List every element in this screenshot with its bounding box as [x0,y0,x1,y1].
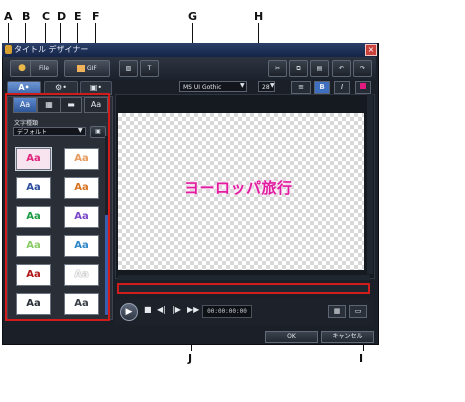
undo-icon: ↶ [338,65,345,72]
ok-button[interactable]: OK [265,331,318,343]
redo-icon: ↷ [359,65,366,72]
callout-c: C [42,10,51,23]
timecode-display: 00:00:00:00 [202,305,252,318]
app-icon [5,45,12,54]
file-button[interactable]: File [30,60,58,77]
callout-d: D [57,10,67,23]
safe-zone-button[interactable]: ▦ [328,305,346,318]
close-button[interactable]: × [365,44,377,56]
callout-a: A [4,10,13,23]
chevron-down-icon: ▼ [240,82,245,89]
cancel-button[interactable]: キャンセル [321,331,374,343]
prev-frame-button[interactable]: ◀| [157,305,166,314]
gif-button[interactable]: GIF [64,60,110,77]
callout-b: B [22,10,31,23]
font-name-select[interactable]: MS UI Gothic [179,81,247,92]
redo-button[interactable]: ↷ [353,60,372,77]
callout-f: F [92,10,100,23]
user-icon: ● [18,63,26,73]
align-button[interactable]: ≡ [291,81,311,94]
callout-j: J [188,352,193,365]
scissors-icon: ✂ [274,65,281,72]
callout-e: E [74,10,82,23]
window-title: タイトル デザイナー [14,45,89,54]
stage-vertical-scrollbar[interactable] [367,94,373,274]
cut-button[interactable]: ✂ [268,60,287,77]
stage-horizontal-scrollbar[interactable] [118,275,370,280]
callout-h: H [254,10,264,23]
copy-button[interactable]: ⧉ [289,60,308,77]
fullscreen-button[interactable]: ▭ [349,305,367,318]
next-frame-button[interactable]: |▶ [172,305,181,314]
chevron-down-icon: ▼ [270,82,275,89]
color-swatch-icon [360,83,366,89]
callout-g: G [188,10,198,23]
callout-i: I [359,352,364,365]
highlight-timeline [117,283,370,294]
title-text-on-canvas[interactable]: ヨーロッパ旅行 [184,177,293,198]
fast-forward-button[interactable]: ▶▶ [187,305,199,314]
color-button[interactable] [355,81,371,94]
gif-button-label: GIF [87,65,97,72]
highlight-left-panel [5,93,110,321]
bold-button[interactable]: B [314,81,330,94]
insert-text-button[interactable]: T [140,60,159,77]
grid-icon: ▦ [333,307,341,315]
play-button[interactable]: ▶ [120,303,138,321]
stop-button[interactable]: ■ [144,305,152,314]
copy-icon: ⧉ [296,65,301,72]
paste-button[interactable]: ▤ [310,60,329,77]
text-t-icon: T [147,65,152,72]
italic-button[interactable]: I [334,81,350,94]
insert-image-button[interactable]: ▨ [119,60,138,77]
undo-button[interactable]: ↶ [332,60,351,77]
picture-icon: ▨ [125,65,132,72]
paste-icon: ▤ [316,65,323,72]
monitor-icon: ▭ [354,307,362,315]
image-icon [77,65,86,72]
